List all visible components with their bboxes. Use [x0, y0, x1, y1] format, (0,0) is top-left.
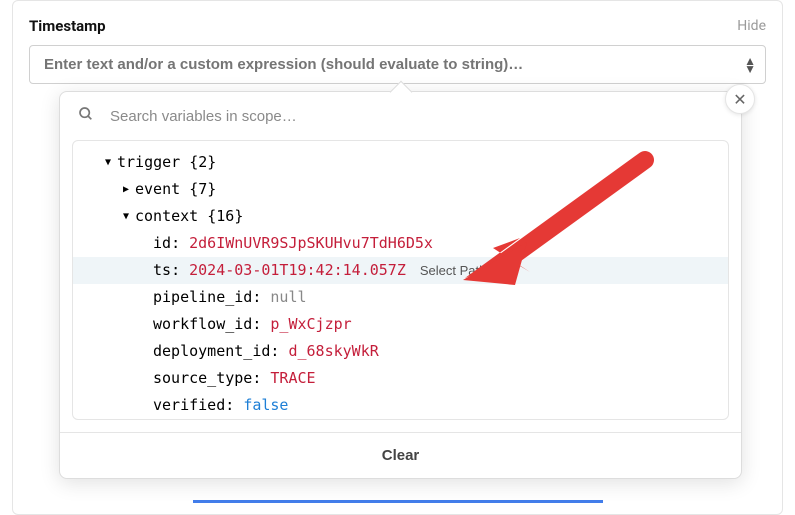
caret-right-icon — [123, 176, 135, 203]
select-path-button[interactable]: Select Path — [420, 257, 487, 284]
field-label: Timestamp — [29, 17, 106, 35]
caret-down-icon — [123, 203, 135, 230]
bottom-accent-bar — [193, 500, 603, 506]
tree-prop-deployment-id[interactable]: deployment_id: d_68skyWkR — [73, 338, 728, 365]
expression-input-wrap: ▲▼ — [29, 45, 766, 84]
updown-icon[interactable]: ▲▼ — [744, 57, 756, 73]
caret-down-icon — [105, 149, 117, 176]
tree-node-context[interactable]: context {16} — [73, 203, 728, 230]
tree-prop-id[interactable]: id: 2d6IWnUVR9SJpSKUHvu7TdH6D5x — [73, 230, 728, 257]
tree-prop-ts[interactable]: ts: 2024-03-01T19:42:14.057Z Select Path — [73, 257, 728, 284]
close-icon: ✕ — [733, 90, 746, 109]
tree-node-trigger[interactable]: trigger {2} — [73, 149, 728, 176]
tree-prop-verified[interactable]: verified: false — [73, 392, 728, 419]
tree-scroll[interactable]: trigger {2} event {7} context {16} id: 2… — [73, 149, 728, 419]
tree-prop-source-type[interactable]: source_type: TRACE — [73, 365, 728, 392]
tree-prop-workflow-id[interactable]: workflow_id: p_WxCjzpr — [73, 311, 728, 338]
expression-input[interactable] — [29, 45, 766, 84]
field-panel: Timestamp Hide ▲▼ ✕ trigger {2} — [12, 0, 783, 515]
clear-button[interactable]: Clear — [60, 432, 741, 478]
tree-container: trigger {2} event {7} context {16} id: 2… — [72, 140, 729, 420]
variable-picker-popup: ✕ trigger {2} event {7} — [59, 91, 742, 479]
tree-prop-pipeline-id[interactable]: pipeline_id: null — [73, 284, 728, 311]
tree-node-event[interactable]: event {7} — [73, 176, 728, 203]
search-input[interactable] — [110, 108, 723, 125]
close-button[interactable]: ✕ — [725, 84, 755, 114]
hide-link[interactable]: Hide — [737, 18, 766, 34]
search-icon — [78, 106, 94, 126]
field-header: Timestamp Hide — [29, 17, 766, 35]
